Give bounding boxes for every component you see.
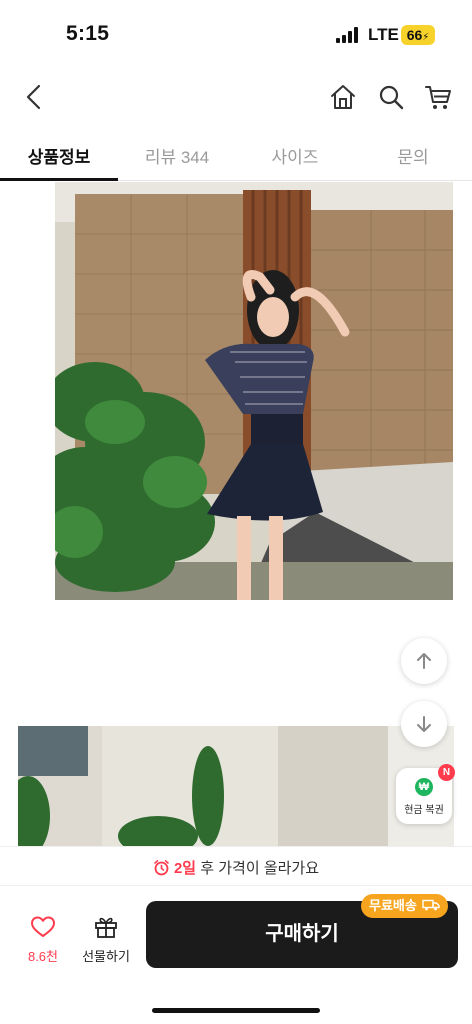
arrow-up-icon	[417, 653, 431, 669]
scroll-up-button[interactable]	[401, 638, 447, 684]
gift-icon	[95, 917, 117, 938]
status-bar: 5:15 LTE 66⚡	[0, 0, 472, 70]
tab-product-info[interactable]: 상품정보	[0, 143, 118, 168]
battery-level: 66	[406, 27, 423, 43]
cart-button[interactable]	[423, 82, 453, 112]
signal-icon	[336, 27, 358, 43]
days-remaining: 2일	[173, 860, 197, 877]
charging-icon: ⚡	[422, 32, 430, 43]
alarm-clock-icon	[154, 860, 169, 876]
notice-text: 후 가격이 올라가요	[196, 860, 320, 877]
home-button[interactable]	[328, 82, 358, 112]
product-photo-illustration	[18, 726, 454, 846]
active-tab-indicator	[0, 178, 118, 181]
free-shipping-badge: 무료배송	[361, 894, 449, 918]
product-photo-illustration	[55, 182, 453, 600]
tab-inquiry[interactable]: 문의	[354, 143, 472, 168]
like-button[interactable]: 8.6천	[22, 915, 64, 965]
gift-label: 선물하기	[82, 949, 130, 964]
free-shipping-label: 무료배송	[369, 898, 417, 913]
gift-button[interactable]: 선물하기	[80, 915, 132, 965]
back-button[interactable]	[20, 82, 50, 112]
truck-icon	[422, 899, 441, 911]
scroll-down-button[interactable]	[401, 701, 447, 747]
product-image	[18, 726, 454, 846]
battery-indicator: 66⚡	[401, 25, 435, 45]
status-time: 5:15	[66, 22, 110, 45]
top-nav	[0, 72, 472, 122]
tab-size[interactable]: 사이즈	[236, 143, 354, 168]
product-tabs: 상품정보 리뷰 344 사이즈 문의	[0, 134, 472, 181]
heart-icon	[31, 916, 55, 937]
won-icon: ₩	[415, 778, 433, 796]
price-increase-notice: 2일 후 가격이 올라가요	[0, 846, 472, 886]
like-count: 8.6천	[27, 949, 59, 964]
search-button[interactable]	[376, 82, 406, 112]
new-badge: N	[438, 764, 455, 781]
product-image	[55, 182, 453, 600]
arrow-down-icon	[417, 716, 431, 732]
network-label: LTE	[368, 25, 399, 44]
home-indicator	[152, 1008, 320, 1013]
tab-reviews[interactable]: 리뷰 344	[118, 143, 236, 168]
cash-lottery-label: 현금 복권	[404, 805, 444, 816]
